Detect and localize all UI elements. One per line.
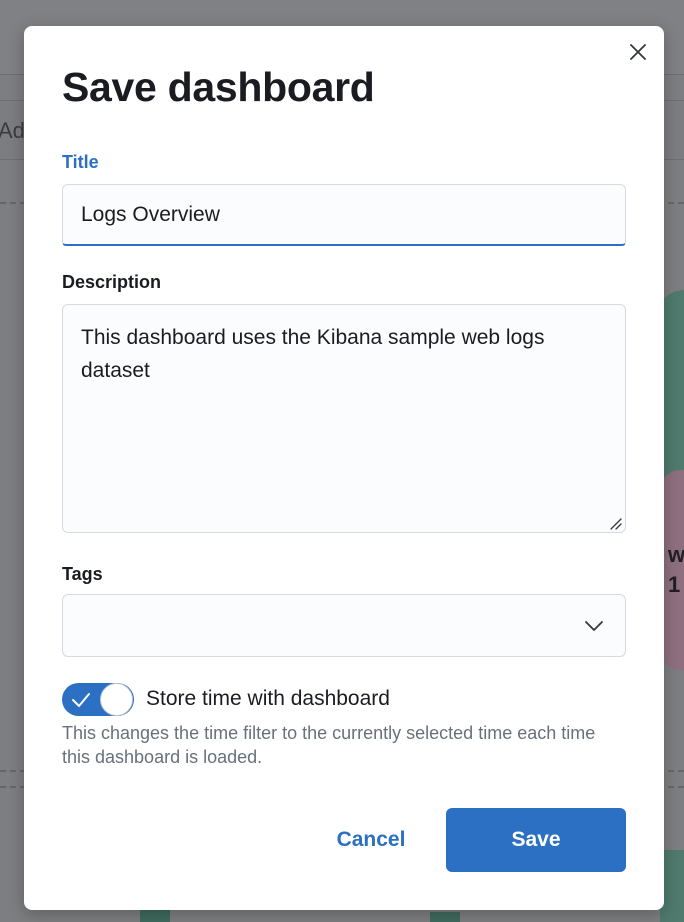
background-add-label: Ad (0, 118, 25, 143)
toggle-knob (100, 683, 133, 716)
resize-handle-icon[interactable] (608, 516, 622, 530)
background-pie-label: w1 (668, 542, 684, 597)
chevron-down-icon (585, 621, 603, 631)
background-bar (430, 912, 460, 922)
save-dashboard-modal: Save dashboard Title Description This da… (24, 26, 664, 910)
tags-field-label: Tags (62, 564, 103, 584)
store-time-label[interactable]: Store time with dashboard (146, 687, 390, 711)
store-time-toggle[interactable] (62, 683, 134, 716)
tags-combobox[interactable] (62, 594, 626, 657)
store-time-help-text: This changes the time filter to the curr… (62, 723, 596, 767)
title-field-label: Title (62, 152, 99, 172)
cancel-button[interactable]: Cancel (314, 808, 428, 872)
description-field-label: Description (62, 272, 162, 292)
close-icon (630, 44, 646, 60)
title-input[interactable] (62, 184, 626, 246)
close-button[interactable] (624, 38, 652, 66)
check-icon (72, 693, 90, 707)
modal-title: Save dashboard (62, 64, 375, 110)
description-textarea[interactable]: This dashboard uses the Kibana sample we… (62, 304, 626, 533)
save-button[interactable]: Save (446, 808, 626, 872)
